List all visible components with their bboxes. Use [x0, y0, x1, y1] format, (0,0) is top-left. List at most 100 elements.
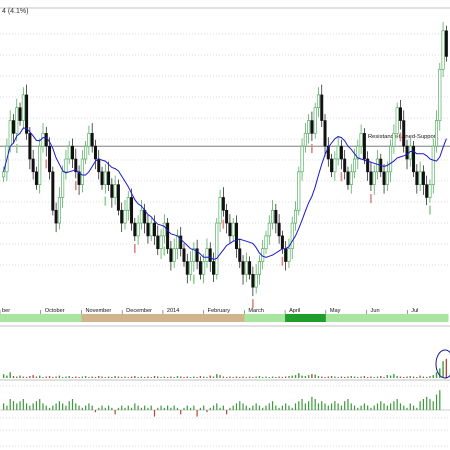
volume-bar: [147, 376, 149, 378]
volume-bar: [334, 376, 336, 378]
volume-bar: [25, 377, 28, 378]
oscillator-bar: [268, 403, 270, 410]
volume-bar: [111, 377, 113, 378]
candle-body: [375, 158, 379, 173]
oscillator-bar: [58, 401, 60, 410]
oscillator-bar: [212, 405, 215, 410]
volume-bar: [150, 377, 152, 378]
oscillator-bar: [147, 407, 149, 410]
oscillator-bar: [248, 407, 251, 410]
volume-bar: [370, 376, 372, 378]
candle-body: [139, 209, 143, 224]
oscillator-bar: [416, 407, 418, 410]
volume-bar: [268, 377, 270, 378]
candle-body: [238, 248, 242, 262]
candle-body: [172, 248, 176, 262]
oscillator-bar: [22, 399, 24, 410]
oscillator-bar: [206, 410, 208, 413]
volume-bar: [137, 377, 139, 378]
oscillator-bar: [406, 407, 408, 410]
candle-body: [274, 209, 278, 224]
candle-body: [320, 94, 324, 121]
candle-body: [123, 209, 127, 224]
volume-bar: [65, 376, 67, 378]
volume-bar: [386, 375, 389, 378]
volume-bar: [337, 377, 339, 378]
oscillator-bar: [383, 403, 385, 410]
oscillator-bar: [127, 405, 129, 410]
candle-body: [431, 145, 435, 185]
candle-body: [231, 222, 235, 237]
oscillator-bar: [390, 403, 392, 410]
support-level: Resistance-turned-Support: [0, 134, 450, 147]
candle-body: [189, 261, 193, 275]
candle-body: [398, 107, 402, 121]
volume-bar: [225, 377, 228, 378]
volume-bar: [376, 376, 379, 378]
volume-bar: [265, 376, 267, 378]
oscillator-bar: [314, 399, 316, 410]
volume-bar: [91, 376, 93, 378]
candle-body: [382, 171, 386, 185]
oscillator-bar: [85, 405, 87, 410]
volume-bar: [275, 377, 277, 378]
oscillator-bar: [360, 405, 362, 410]
oscillator-bar: [399, 403, 402, 410]
oscillator-bar: [317, 403, 320, 410]
volume-bar: [330, 376, 333, 378]
oscillator-bar: [278, 407, 280, 410]
candle-body: [84, 145, 88, 160]
candlesticks: [2, 21, 448, 297]
candle-body: [405, 145, 409, 160]
oscillator-bar: [393, 401, 395, 410]
header-info: 4 (4.1%): [2, 8, 28, 15]
stock-chart: Resistance-turned-Support ber October Nove…: [0, 0, 450, 450]
volume-bar: [212, 376, 215, 378]
oscillator-bar: [55, 403, 57, 410]
candle-body: [156, 235, 160, 250]
candle-body: [444, 30, 448, 57]
oscillator-bar: [12, 401, 15, 410]
candle-body: [438, 68, 442, 121]
x-tick-label: May: [330, 308, 341, 314]
band-segment: [407, 314, 449, 322]
volume-bar: [170, 376, 172, 378]
candle-body: [18, 107, 22, 121]
volume-bar: [107, 376, 110, 378]
candle-body: [412, 145, 416, 173]
volume-bar: [248, 376, 251, 378]
volume-bar: [363, 376, 366, 378]
candle-body: [241, 261, 245, 275]
oscillator-bar: [337, 403, 339, 410]
volume-bar: [360, 376, 362, 378]
signal-marker: [163, 246, 166, 256]
oscillator-bar: [160, 405, 162, 410]
volume-bar: [321, 376, 323, 378]
oscillator-bar: [357, 407, 359, 410]
candle-body: [402, 120, 406, 147]
volume-bar: [298, 373, 300, 378]
oscillator-bar: [52, 405, 54, 410]
candle-body: [44, 133, 48, 147]
volume-panel: [2, 349, 450, 379]
volume-bar: [88, 377, 90, 378]
x-tick-label: February: [208, 308, 231, 314]
volume-bar: [209, 375, 211, 378]
candle-body: [136, 222, 140, 237]
candle-body: [349, 171, 353, 185]
oscillator-bar: [6, 405, 8, 410]
oscillator-bar: [403, 405, 405, 410]
volume-bar: [419, 375, 421, 378]
volume-bar: [255, 376, 257, 378]
x-axis-ticks: ber October November December 2014 February Ma…: [0, 308, 418, 314]
oscillator-bar: [163, 407, 165, 410]
candle-body: [343, 158, 347, 173]
oscillator-bar: [104, 407, 106, 410]
volume-bar: [32, 375, 34, 378]
oscillator-bar: [373, 405, 375, 410]
candle-body: [110, 184, 114, 198]
chart-canvas: Resistance-turned-Support ber October Nove…: [0, 7, 450, 447]
volume-bar: [189, 377, 192, 378]
volume-bar: [340, 376, 343, 378]
candle-body: [130, 197, 134, 224]
